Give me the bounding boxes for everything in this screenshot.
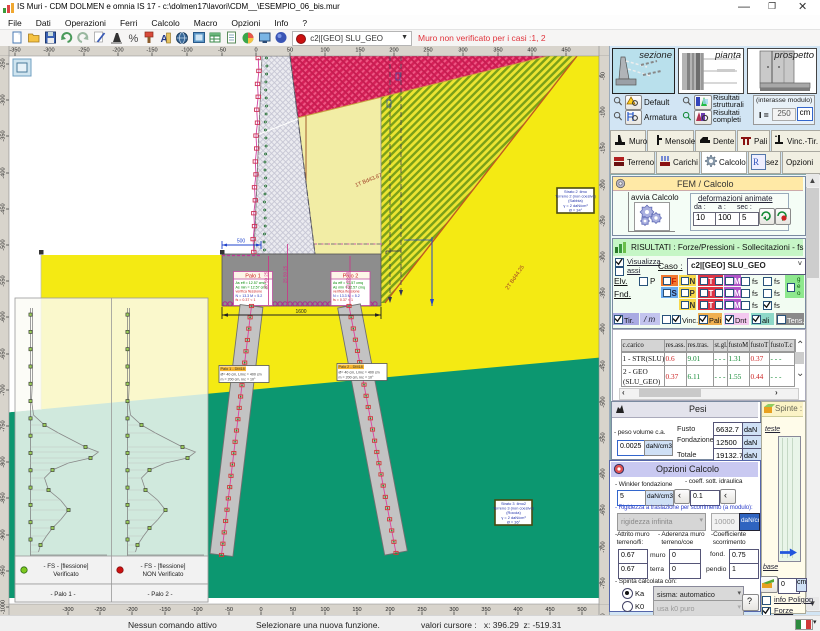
svg-text:Ø= 40 cm, L/inc = 400 cm: Ø= 40 cm, L/inc = 400 cm <box>339 371 380 375</box>
svg-text:m = 200 cm, inc = 10°: m = 200 cm, inc = 10° <box>339 375 375 379</box>
svg-text:Ø = 34°: Ø = 34° <box>569 207 583 212</box>
svg-text:-450: -450 <box>1 203 7 214</box>
svg-text:- Palo 1 -: - Palo 1 - <box>50 591 75 598</box>
svg-text:Palo 1: Palo 1 <box>245 274 261 280</box>
svg-text:-800: -800 <box>1 456 7 467</box>
svg-text:1600: 1600 <box>295 309 306 315</box>
svg-text:-600: -600 <box>1 311 7 322</box>
svg-text:Palo 1 - DM18: Palo 1 - DM18 <box>221 367 245 371</box>
svg-text:-350: -350 <box>1 130 7 141</box>
svg-text:- FS - [flessione]: - FS - [flessione] <box>43 563 88 570</box>
svg-text:-550: -550 <box>1 275 7 286</box>
svg-text:-400: -400 <box>1 167 7 178</box>
svg-text:25 50 25: 25 50 25 <box>345 271 350 289</box>
svg-text:- Palo 2 -: - Palo 2 - <box>147 591 172 598</box>
svg-text:25 50 25: 25 50 25 <box>264 271 269 289</box>
svg-text:NON Verificato: NON Verificato <box>143 571 184 578</box>
svg-text:-700: -700 <box>1 384 7 395</box>
svg-text:- FS - [flessione]: - FS - [flessione] <box>140 563 185 570</box>
svg-text:R: R <box>753 157 759 167</box>
svg-text:-900: -900 <box>1 529 7 540</box>
svg-text:Ø = 36°: Ø = 36° <box>507 519 521 524</box>
svg-text:-300: -300 <box>1 94 7 105</box>
svg-text:500: 500 <box>237 239 246 245</box>
svg-text:-650: -650 <box>1 348 7 359</box>
svg-text:Verificato: Verificato <box>53 571 79 578</box>
svg-text:-950: -950 <box>1 565 7 576</box>
svg-text:%: % <box>129 33 139 45</box>
svg-text:m = 200 cm, inc = 10°: m = 200 cm, inc = 10° <box>221 377 257 381</box>
svg-text:fs = 0.37 < 1: fs = 0.37 < 1 <box>236 298 256 302</box>
svg-text:-1000: -1000 <box>1 600 7 614</box>
svg-text:Palo 2 - DM18: Palo 2 - DM18 <box>339 365 363 369</box>
svg-text:-850: -850 <box>1 492 7 503</box>
svg-text:25 50 25: 25 50 25 <box>283 265 288 283</box>
svg-text:-750: -750 <box>1 420 7 431</box>
svg-text:Ø= 40 cm, L/inc = 400 cm: Ø= 40 cm, L/inc = 400 cm <box>221 373 262 377</box>
svg-text:-250: -250 <box>1 58 7 69</box>
svg-text:-500: -500 <box>1 239 7 250</box>
